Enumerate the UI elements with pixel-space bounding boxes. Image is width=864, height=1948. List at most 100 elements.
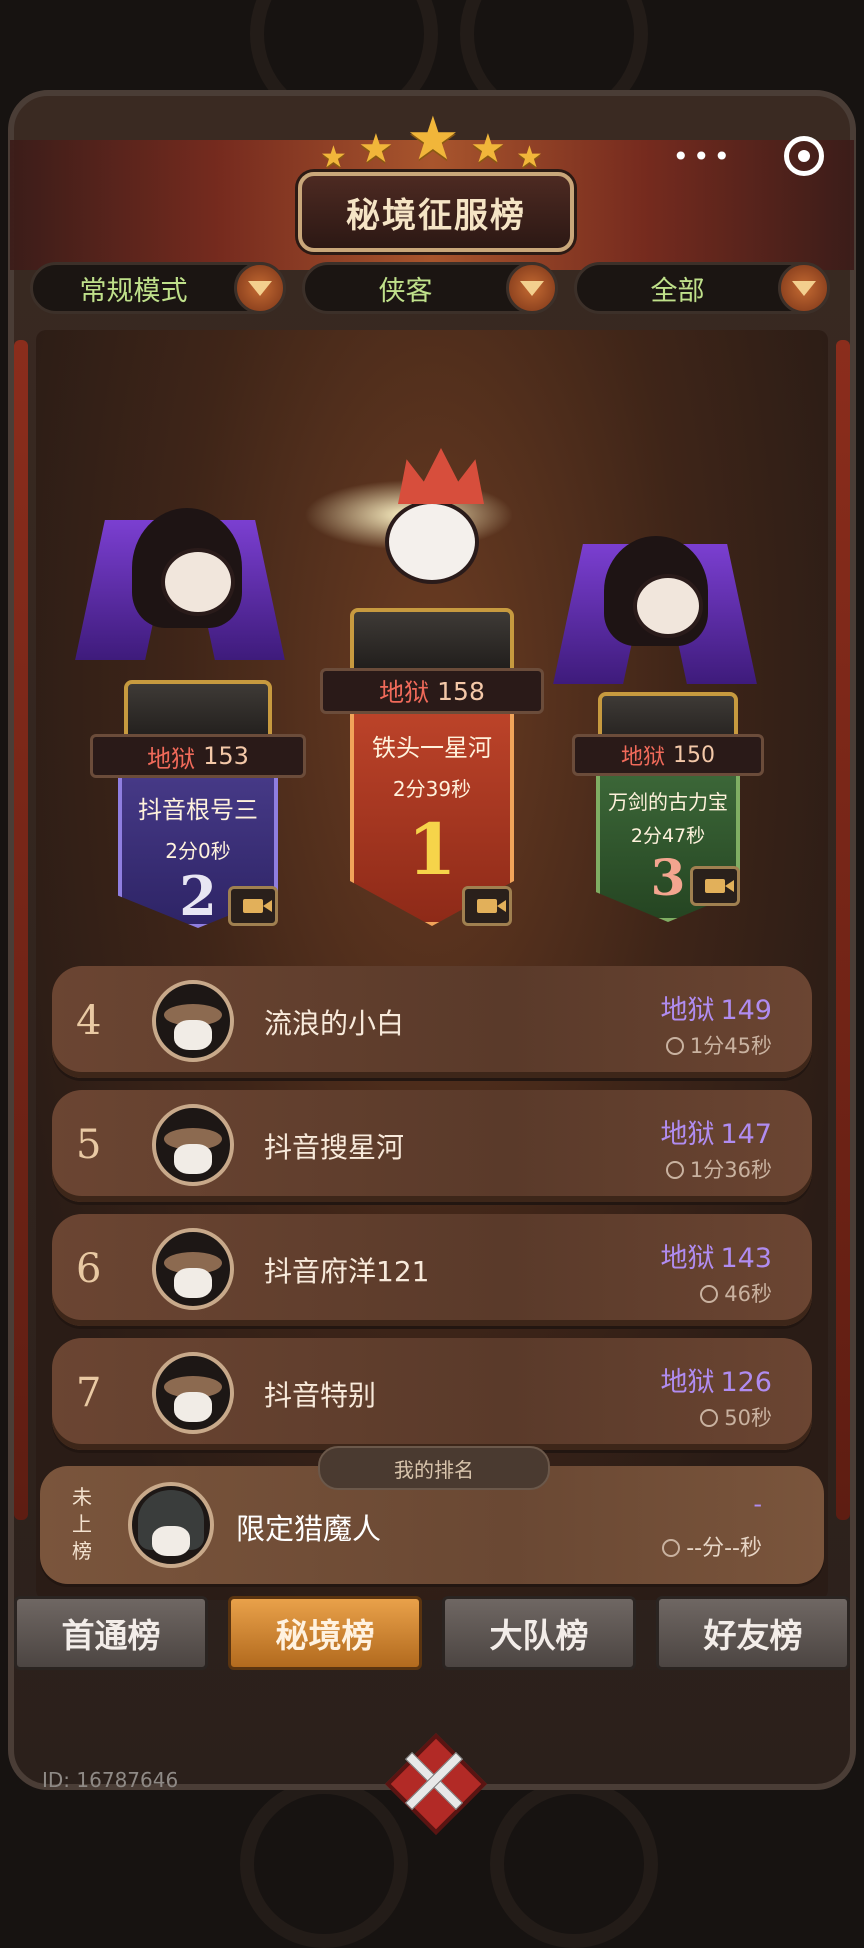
level-label: 地狱 (660, 995, 715, 1026)
row-time: 50秒 (700, 1402, 772, 1432)
leaderboard-row[interactable]: 7 抖音特别 地狱 126 50秒 (52, 1338, 812, 1450)
user-id: ID: 16787646 (42, 1768, 179, 1792)
player-avatar (152, 1352, 234, 1434)
level-ribbon: 地狱 153 (90, 734, 306, 778)
rank-number: 1 (407, 808, 457, 891)
row-time: 46秒 (700, 1278, 772, 1308)
left-rail (14, 340, 28, 1520)
clock-icon (700, 1285, 719, 1303)
video-replay-button[interactable] (690, 866, 740, 906)
player-avatar (152, 980, 234, 1062)
level-value: 126 (720, 1367, 772, 1398)
level-label: 地狱 (147, 744, 196, 773)
row-time: 1分45秒 (665, 1030, 772, 1060)
player-avatar (128, 1482, 214, 1568)
chevron-down-icon[interactable] (234, 262, 286, 314)
video-replay-button[interactable] (462, 886, 512, 926)
filter-mode[interactable]: 常规模式 (30, 262, 286, 314)
player-time: 2分39秒 (392, 777, 472, 801)
star-icon: ★ (320, 140, 347, 175)
leaderboard-row[interactable]: 5 抖音搜星河 地狱 147 1分36秒 (52, 1090, 812, 1202)
row-name: 抖音府洋121 (264, 1255, 430, 1288)
clock-icon (665, 1161, 684, 1179)
level-ribbon: 地狱 150 (572, 734, 764, 776)
clock-icon (665, 1037, 684, 1055)
my-rank-status: 未上榜 (72, 1485, 92, 1563)
filter-scope-label: 全部 (650, 275, 705, 307)
player-name: 万剑的古力宝 (608, 790, 728, 814)
level-value: 149 (720, 995, 772, 1026)
video-icon (243, 899, 272, 913)
row-rank: 5 (76, 1122, 102, 1168)
level-value: 153 (203, 742, 249, 770)
background-ornament (490, 1780, 658, 1948)
time-value: 50秒 (724, 1406, 772, 1430)
row-name: 抖音搜星河 (264, 1131, 405, 1164)
top-right-controls: ••• (672, 136, 824, 176)
panda-face-icon (174, 1392, 212, 1422)
video-icon (705, 879, 734, 893)
more-dots-icon[interactable]: ••• (672, 140, 734, 173)
target-icon[interactable] (784, 136, 824, 176)
level-value: 147 (720, 1119, 772, 1150)
level-label: 地狱 (660, 1243, 715, 1274)
level-label: 地狱 (379, 678, 430, 707)
row-level: 地狱 147 (660, 1112, 772, 1151)
right-rail (836, 340, 850, 1520)
level-label: 地狱 (660, 1367, 715, 1398)
star-icon: ★ (516, 140, 543, 175)
row-rank: 4 (76, 998, 102, 1044)
panda-face-icon (152, 1526, 190, 1556)
row-name: 流浪的小白 (264, 1007, 405, 1040)
clock-icon (700, 1409, 719, 1427)
row-level: 地狱 149 (660, 988, 772, 1027)
video-replay-button[interactable] (228, 886, 278, 926)
my-rank-tab: 我的排名 (318, 1446, 550, 1490)
character-avatar (161, 548, 235, 616)
chevron-down-icon[interactable] (778, 262, 830, 314)
tab-secret-realm[interactable]: 秘境榜 (228, 1596, 422, 1670)
leaderboard-row[interactable]: 4 流浪的小白 地狱 149 1分45秒 (52, 966, 812, 1078)
star-icon: ★ (406, 104, 460, 174)
row-name: 抖音特别 (264, 1379, 377, 1412)
tab-squad[interactable]: 大队榜 (442, 1596, 636, 1670)
row-level: 地狱 143 (660, 1236, 772, 1275)
tab-friends[interactable]: 好友榜 (656, 1596, 850, 1670)
time-value: 46秒 (724, 1282, 772, 1306)
level-label: 地狱 (660, 1119, 715, 1150)
panda-face-icon (174, 1144, 212, 1174)
filter-scope[interactable]: 全部 (574, 262, 830, 314)
player-avatar (152, 1104, 234, 1186)
my-level: - (753, 1490, 762, 1518)
row-level: 地狱 126 (660, 1360, 772, 1399)
player-name: 铁头一星河 (372, 734, 492, 762)
player-avatar (152, 1228, 234, 1310)
row-rank: 6 (76, 1246, 102, 1292)
filter-class[interactable]: 侠客 (302, 262, 558, 314)
level-ribbon: 地狱 158 (320, 668, 544, 714)
player-time: 2分0秒 (165, 839, 231, 863)
row-time: 1分36秒 (665, 1154, 772, 1184)
time-value: 1分36秒 (689, 1158, 772, 1182)
level-value: 158 (437, 676, 485, 706)
rating-stars: ★ ★ ★ ★ ★ (320, 104, 544, 175)
clock-icon (662, 1539, 681, 1557)
row-rank: 7 (76, 1370, 102, 1416)
video-icon (477, 899, 506, 913)
page-title: 秘境征服榜 (298, 172, 574, 252)
my-time: --分--秒 (662, 1530, 762, 1562)
chevron-down-icon[interactable] (506, 262, 558, 314)
close-button[interactable] (382, 1730, 487, 1835)
panda-face-icon (174, 1020, 212, 1050)
time-value: --分--秒 (686, 1536, 762, 1561)
time-value: 1分45秒 (689, 1034, 772, 1058)
character-avatar (633, 574, 703, 638)
star-icon: ★ (358, 126, 394, 172)
panda-face-icon (174, 1268, 212, 1298)
tab-first-clear[interactable]: 首通榜 (14, 1596, 208, 1670)
filter-class-label: 侠客 (378, 275, 433, 307)
page-title-text: 秘境征服榜 (346, 195, 526, 236)
filter-mode-label: 常规模式 (79, 275, 188, 307)
level-label: 地狱 (620, 745, 665, 770)
leaderboard-row[interactable]: 6 抖音府洋121 地狱 143 46秒 (52, 1214, 812, 1326)
